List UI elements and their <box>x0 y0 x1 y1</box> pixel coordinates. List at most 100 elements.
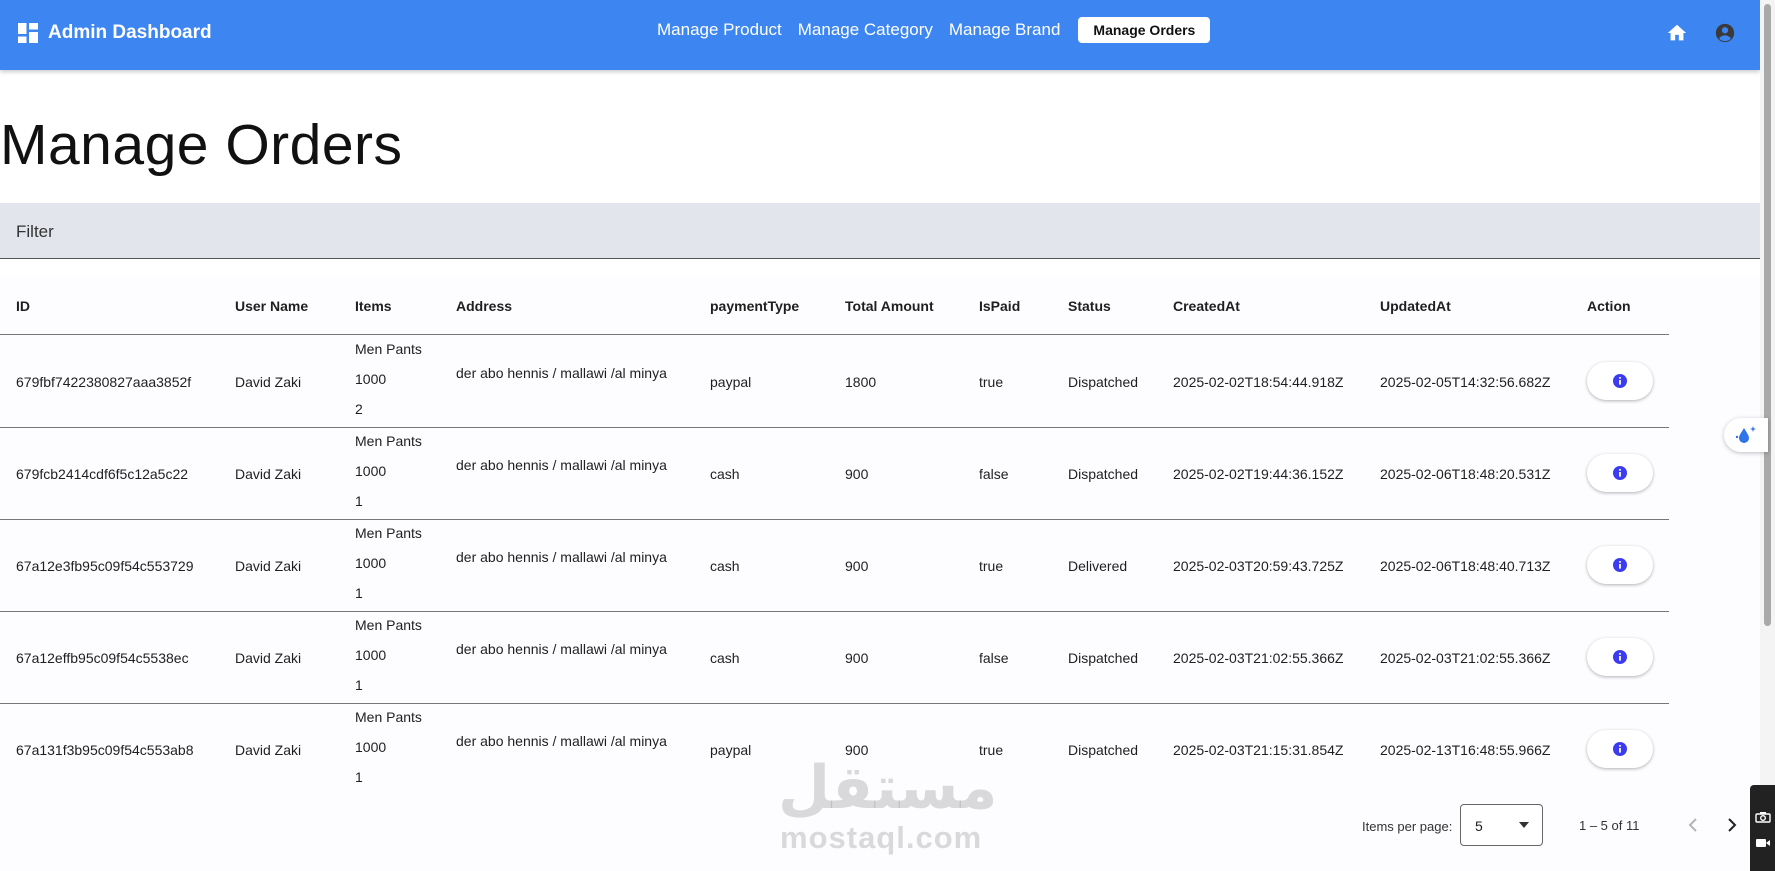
table-row: 679fcb2414cdf6f5c12a5c22 David Zaki Men … <box>0 428 1669 520</box>
cell-address: der abo hennis / mallawi /al minya <box>456 457 667 473</box>
info-icon <box>1613 650 1627 664</box>
cell-is-paid: false <box>979 466 1009 482</box>
cell-id: 67a12effb95c09f54c5538ec <box>16 650 189 666</box>
cell-total-amount: 900 <box>845 466 869 482</box>
nav-manage-category[interactable]: Manage Category <box>798 20 933 40</box>
nav-manage-brand[interactable]: Manage Brand <box>949 20 1061 40</box>
header-action: Action <box>1587 298 1631 314</box>
watermark-logo: مستقل <box>778 754 998 821</box>
header-is-paid: IsPaid <box>979 298 1021 314</box>
scrollbar-thumb[interactable] <box>1764 4 1771 626</box>
cell-items: Men Pants 1000 1 <box>355 610 422 700</box>
page-title: Manage Orders <box>0 113 403 177</box>
cell-user-name: David Zaki <box>235 558 302 574</box>
cell-updated-at: 2025-02-06T18:48:40.713Z <box>1380 558 1551 574</box>
cell-is-paid: false <box>979 650 1009 666</box>
item-quantity: 1 <box>355 585 363 601</box>
filter-field[interactable]: Filter <box>0 203 1760 259</box>
top-app-bar: Admin Dashboard Manage Product Manage Ca… <box>0 0 1760 70</box>
cell-status: Dispatched <box>1068 466 1139 482</box>
cell-total-amount: 1800 <box>845 374 877 390</box>
table-row: 67a12effb95c09f54c5538ec David Zaki Men … <box>0 612 1669 704</box>
cell-is-paid: true <box>979 374 1004 390</box>
item-quantity: 2 <box>355 401 363 417</box>
header-total-amount: Total Amount <box>845 298 934 314</box>
cell-payment-type: cash <box>710 650 740 666</box>
video-camera-icon[interactable] <box>1755 837 1771 849</box>
cell-updated-at: 2025-02-05T14:32:56.682Z <box>1380 374 1551 390</box>
previous-page-icon[interactable] <box>1681 813 1705 837</box>
order-details-button[interactable] <box>1587 638 1653 676</box>
item-price: 1000 <box>355 739 387 755</box>
item-price: 1000 <box>355 463 387 479</box>
cell-id: 679fbf7422380827aaa3852f <box>16 374 192 390</box>
item-quantity: 1 <box>355 493 363 509</box>
item-name: Men Pants <box>355 617 422 633</box>
cell-payment-type: cash <box>710 558 740 574</box>
page-size-select[interactable]: 5 <box>1460 804 1543 846</box>
cell-items: Men Pants 1000 1 <box>355 702 422 792</box>
cell-payment-type: paypal <box>710 374 752 390</box>
cell-created-at: 2025-02-02T18:54:44.918Z <box>1173 374 1344 390</box>
cell-items: Men Pants 1000 1 <box>355 426 422 516</box>
brand[interactable]: Admin Dashboard <box>18 22 212 44</box>
cell-is-paid: true <box>979 558 1004 574</box>
cell-user-name: David Zaki <box>235 742 302 758</box>
cell-address: der abo hennis / mallawi /al minya <box>456 733 667 749</box>
header-payment-type: paymentType <box>710 298 800 314</box>
cell-total-amount: 900 <box>845 650 869 666</box>
cell-total-amount: 900 <box>845 558 869 574</box>
cell-updated-at: 2025-02-13T16:48:55.966Z <box>1380 742 1551 758</box>
cell-user-name: David Zaki <box>235 466 302 482</box>
item-price: 1000 <box>355 647 387 663</box>
header-items: Items <box>355 298 392 314</box>
screen-tools-panel <box>1750 785 1775 871</box>
table-row: 679fbf7422380827aaa3852f David Zaki Men … <box>0 336 1669 428</box>
cell-created-at: 2025-02-03T21:02:55.366Z <box>1173 650 1344 666</box>
next-page-icon[interactable] <box>1720 813 1744 837</box>
items-per-page-label: Items per page: <box>1362 819 1453 834</box>
watermark-text: mostaql.com <box>780 820 983 855</box>
cell-id: 679fcb2414cdf6f5c12a5c22 <box>16 466 189 482</box>
header-user-name: User Name <box>235 298 309 314</box>
cell-items: Men Pants 1000 1 <box>355 518 422 608</box>
info-icon <box>1613 374 1627 388</box>
dashboard-icon <box>18 23 38 43</box>
cell-status: Dispatched <box>1068 650 1139 666</box>
item-name: Men Pants <box>355 341 422 357</box>
order-details-button[interactable] <box>1587 546 1653 584</box>
header-created-at: CreatedAt <box>1173 298 1240 314</box>
header-updated-at: UpdatedAt <box>1380 298 1451 314</box>
cell-updated-at: 2025-02-06T18:48:20.531Z <box>1380 466 1551 482</box>
info-icon <box>1613 742 1627 756</box>
caret-down-icon <box>1519 822 1529 828</box>
header-status: Status <box>1068 298 1111 314</box>
order-details-button[interactable] <box>1587 362 1653 400</box>
info-icon <box>1613 558 1627 572</box>
nav-manage-orders[interactable]: Manage Orders <box>1078 17 1211 43</box>
nav-manage-product[interactable]: Manage Product <box>657 20 782 40</box>
item-name: Men Pants <box>355 525 422 541</box>
cell-created-at: 2025-02-02T19:44:36.152Z <box>1173 466 1344 482</box>
cell-id: 67a12e3fb95c09f54c553729 <box>16 558 194 574</box>
water-drop-sparkle-icon <box>1735 426 1756 443</box>
cell-status: Dispatched <box>1068 374 1139 390</box>
home-icon[interactable] <box>1666 22 1688 44</box>
order-details-button[interactable] <box>1587 730 1653 768</box>
item-name: Men Pants <box>355 709 422 725</box>
cell-items: Men Pants 1000 2 <box>355 334 422 424</box>
table-row: 67a12e3fb95c09f54c553729 David Zaki Men … <box>0 520 1669 612</box>
item-price: 1000 <box>355 371 387 387</box>
page-range-label: 1 – 5 of 11 <box>1579 818 1640 833</box>
order-details-button[interactable] <box>1587 454 1653 492</box>
camera-icon[interactable] <box>1755 811 1771 823</box>
item-quantity: 1 <box>355 677 363 693</box>
app-title: Admin Dashboard <box>48 22 212 43</box>
extension-floating-button[interactable] <box>1724 418 1768 452</box>
page-size-value: 5 <box>1475 818 1483 834</box>
cell-status: Dispatched <box>1068 742 1139 758</box>
cell-created-at: 2025-02-03T20:59:43.725Z <box>1173 558 1344 574</box>
info-icon <box>1613 466 1627 480</box>
cell-address: der abo hennis / mallawi /al minya <box>456 365 667 381</box>
account-circle-icon[interactable] <box>1714 22 1736 44</box>
